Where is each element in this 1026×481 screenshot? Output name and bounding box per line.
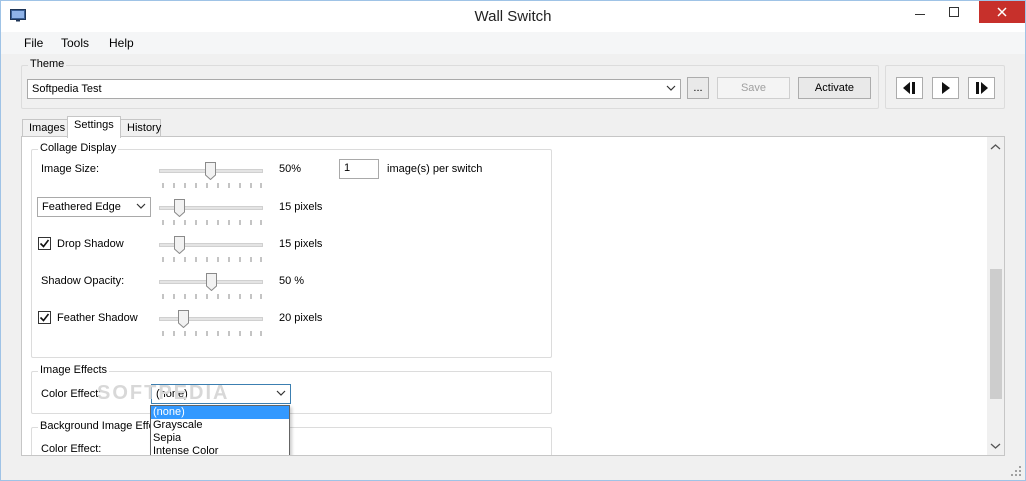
feather-shadow-slider[interactable] — [159, 310, 264, 338]
color-effect-options: (none) Grayscale Sepia Intense Color — [150, 405, 290, 455]
window-title: Wall Switch — [474, 8, 552, 25]
menu-tools[interactable]: Tools — [61, 36, 89, 50]
maximize-icon — [949, 7, 959, 17]
menu-file[interactable]: File — [24, 36, 43, 50]
image-size-slider[interactable] — [159, 162, 264, 190]
vertical-scrollbar[interactable] — [987, 137, 1004, 455]
theme-group-label: Theme — [28, 58, 67, 70]
slider-ticks — [162, 183, 262, 188]
play-icon — [942, 82, 950, 94]
close-button[interactable] — [979, 1, 1025, 23]
option-intense-color[interactable]: Intense Color — [151, 445, 289, 455]
chevron-down-icon — [136, 203, 146, 209]
close-icon — [997, 7, 1007, 17]
background-effects-label: Background Image Effe — [38, 420, 157, 432]
feather-shadow-checkbox[interactable] — [38, 311, 51, 324]
slider-thumb[interactable] — [205, 162, 216, 180]
image-size-value: 50% — [279, 163, 302, 175]
collage-display-group: Collage Display Image Size: 50% 1 image(… — [31, 142, 552, 358]
theme-group: Theme Softpedia Test ... Save Activate — [21, 58, 879, 109]
menu-bar: File Tools Help — [1, 32, 1025, 54]
resize-grip-icon[interactable] — [1010, 465, 1022, 477]
slider-track — [159, 317, 263, 321]
option-sepia[interactable]: Sepia — [151, 432, 289, 445]
image-effects-label: Image Effects — [38, 364, 110, 376]
slider-ticks — [162, 257, 262, 262]
save-button[interactable]: Save — [717, 77, 790, 99]
chevron-down-icon — [666, 85, 676, 91]
checkmark-icon — [39, 239, 50, 248]
checkmark-icon — [39, 313, 50, 322]
tab-images[interactable]: Images — [22, 119, 68, 137]
maximize-button[interactable] — [939, 1, 969, 23]
slider-thumb[interactable] — [178, 310, 189, 328]
theme-select[interactable]: Softpedia Test — [27, 79, 681, 99]
next-button[interactable] — [968, 77, 995, 99]
previous-icon — [903, 82, 915, 94]
color-effect-label: Color Effect: — [41, 388, 102, 400]
images-per-switch-label: image(s) per switch — [387, 163, 483, 175]
collage-display-label: Collage Display — [38, 142, 119, 154]
settings-panel: Collage Display Image Size: 50% 1 image(… — [21, 136, 1005, 456]
slider-ticks — [162, 220, 262, 225]
shadow-opacity-value: 50 % — [279, 275, 305, 287]
minimize-icon — [915, 14, 925, 15]
shadow-opacity-label: Shadow Opacity: — [41, 275, 125, 287]
edge-mode-value: Feathered Edge — [42, 201, 121, 213]
tab-history[interactable]: History — [120, 119, 161, 137]
watermark: SOFTPEDIA — [97, 382, 230, 404]
background-effects-group: Background Image Effe Color Effect: — [31, 420, 552, 455]
chevron-down-icon — [276, 390, 286, 396]
edge-value: 15 pixels — [279, 201, 323, 213]
scroll-thumb[interactable] — [990, 269, 1002, 399]
drop-shadow-checkbox[interactable] — [38, 237, 51, 250]
drop-shadow-value: 15 pixels — [279, 238, 323, 250]
minimize-button[interactable] — [905, 1, 935, 23]
slider-ticks — [162, 331, 262, 336]
slider-thumb[interactable] — [174, 236, 185, 254]
next-icon — [976, 82, 988, 94]
slider-ticks — [162, 294, 262, 299]
option-grayscale[interactable]: Grayscale — [151, 419, 289, 432]
play-button[interactable] — [932, 77, 959, 99]
feather-shadow-value: 20 pixels — [279, 312, 323, 324]
app-window: Wall Switch File Tools Help Theme Softpe… — [0, 0, 1026, 481]
slider-thumb[interactable] — [206, 273, 217, 291]
browse-button[interactable]: ... — [687, 77, 709, 99]
option-none[interactable]: (none) — [151, 406, 289, 419]
activate-button[interactable]: Activate — [798, 77, 871, 99]
shadow-opacity-slider[interactable] — [159, 273, 264, 301]
feather-shadow-label: Feather Shadow — [57, 312, 138, 324]
image-size-label: Image Size: — [41, 163, 100, 175]
drop-shadow-slider[interactable] — [159, 236, 264, 264]
title-bar: Wall Switch — [1, 1, 1025, 32]
theme-select-value: Softpedia Test — [32, 83, 102, 95]
slider-thumb[interactable] — [174, 199, 185, 217]
edge-mode-select[interactable]: Feathered Edge — [37, 197, 151, 217]
edge-slider[interactable] — [159, 199, 264, 227]
tab-settings[interactable]: Settings — [67, 116, 121, 138]
background-color-effect-label: Color Effect: — [41, 443, 102, 455]
playback-group — [885, 65, 1005, 109]
images-per-switch-input[interactable]: 1 — [339, 159, 379, 179]
menu-help[interactable]: Help — [109, 36, 134, 50]
drop-shadow-label: Drop Shadow — [57, 238, 124, 250]
scroll-down-icon[interactable] — [987, 437, 1004, 454]
scroll-up-icon[interactable] — [987, 139, 1004, 156]
previous-button[interactable] — [896, 77, 923, 99]
